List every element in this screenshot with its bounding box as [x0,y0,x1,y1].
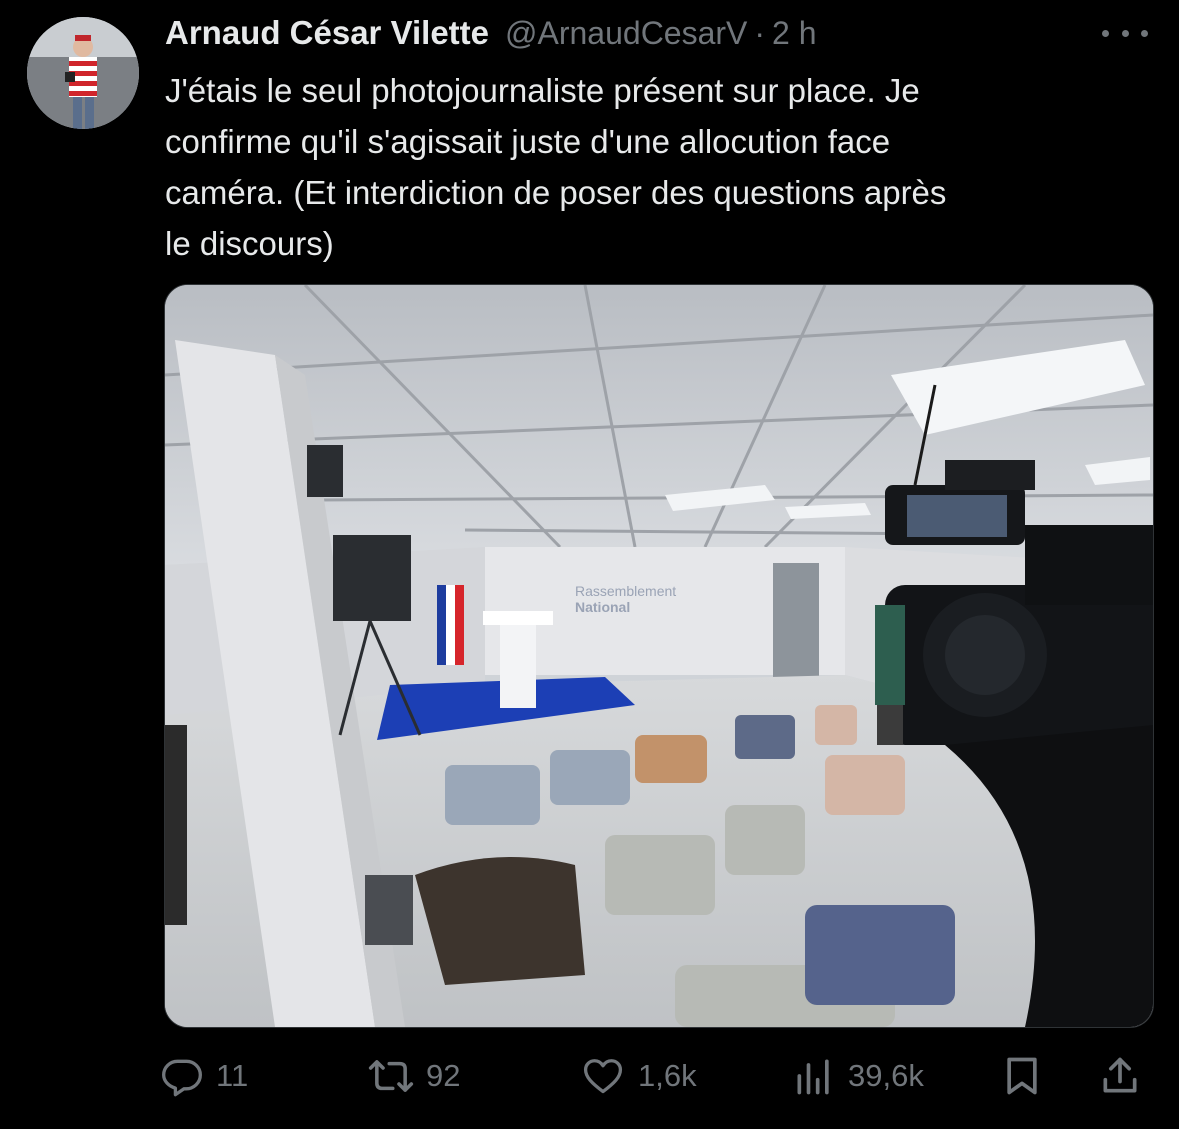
repost-button[interactable]: 92 [368,1048,460,1104]
tweet-text-line: J'étais le seul photojournaliste présent… [165,72,920,109]
repost-icon [368,1060,414,1092]
avatar[interactable] [27,17,139,129]
author-name[interactable]: Arnaud César Vilette [165,14,489,52]
avatar-photo [27,17,139,129]
view-count: 39,6k [848,1058,924,1093]
separator: · [754,15,766,51]
reply-count: 11 [216,1058,249,1093]
press-room-photo: Rassemblement National [165,285,1153,1027]
bookmark-button[interactable] [1000,1048,1044,1104]
more-icon[interactable] [1102,22,1148,44]
reply-icon [162,1059,202,1097]
tweet-action-bar: 11 92 1,6k 39,6k [160,1048,1150,1104]
heart-icon [583,1059,623,1094]
more-dot [1141,29,1148,37]
tweet-text-line: confirme qu'il s'agissait juste d'une al… [165,123,891,160]
timestamp[interactable]: 2 h [772,15,816,52]
like-button[interactable]: 1,6k [580,1048,697,1104]
repost-count: 92 [426,1058,461,1093]
like-count: 1,6k [638,1058,697,1093]
share-icon [1103,1057,1137,1093]
more-dot [1121,29,1129,37]
reply-button[interactable]: 11 [160,1048,248,1104]
tweet-text: J'étais le seul photojournaliste présent… [165,65,1155,269]
backdrop-logo-line2: National [575,599,630,615]
tweet-header: Arnaud César Vilette @ArnaudCesarV · 2 h [165,14,817,54]
share-button[interactable] [1098,1048,1142,1104]
tweet-text-line: caméra. (Et interdiction de poser des qu… [165,174,947,211]
bookmark-icon [1007,1057,1037,1095]
author-handle[interactable]: @ArnaudCesarV [505,15,747,52]
views-button[interactable]: 39,6k [792,1048,924,1104]
tweet-text-line: le discours) [165,225,334,262]
views-icon [797,1059,829,1095]
backdrop-logo-line1: Rassemblement [575,583,676,599]
tweet-media-photo[interactable]: Rassemblement National [164,284,1154,1028]
more-dot [1102,29,1109,37]
